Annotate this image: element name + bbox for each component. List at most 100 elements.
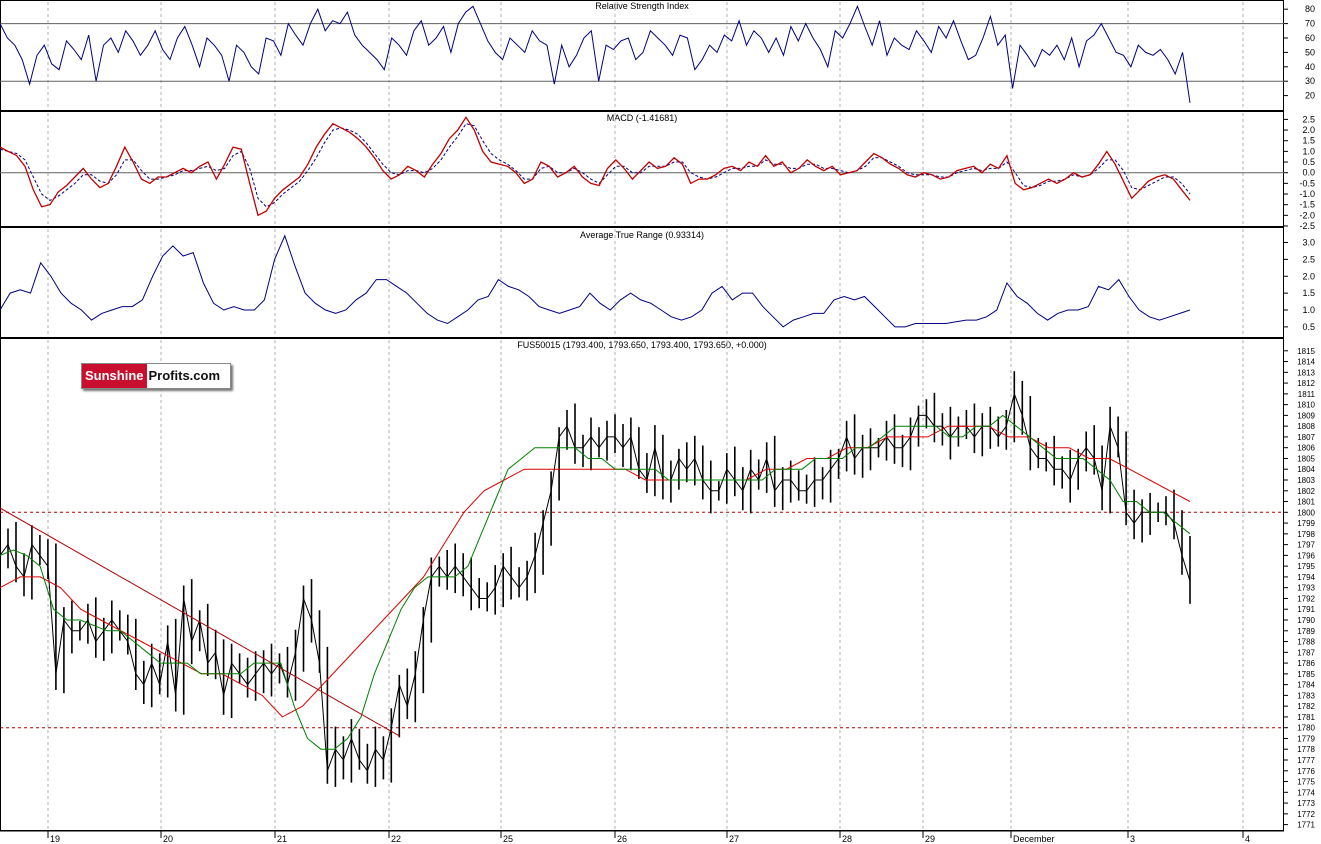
macd-tick-label: 0.0 bbox=[1302, 168, 1315, 178]
atr-tick-label: 1.0 bbox=[1302, 305, 1315, 315]
price-tick-label: 1792 bbox=[1297, 594, 1315, 603]
rsi-tick-label: 60 bbox=[1305, 33, 1315, 43]
price-title: FUS50015 (1793.400, 1793.650, 1793.400, … bbox=[517, 340, 766, 350]
x-tick-label: 28 bbox=[842, 834, 852, 844]
logo-part2: Profits.com bbox=[148, 368, 221, 383]
price-tick-label: 1801 bbox=[1297, 498, 1315, 507]
price-tick-label: 1808 bbox=[1297, 422, 1315, 431]
rsi-tick-label: 40 bbox=[1305, 62, 1315, 72]
macd-tick-label: -0.5 bbox=[1299, 178, 1315, 188]
price-tick-label: 1779 bbox=[1297, 734, 1315, 743]
macd-tick-label: -1.0 bbox=[1299, 189, 1315, 199]
rsi-tick-label: 30 bbox=[1305, 76, 1315, 86]
rsi-tick-label: 80 bbox=[1305, 4, 1315, 14]
price-tick-label: 1785 bbox=[1297, 670, 1315, 679]
x-tick-label: 25 bbox=[503, 834, 513, 844]
price-tick-label: 1800 bbox=[1297, 508, 1315, 517]
price-tick-label: 1778 bbox=[1297, 745, 1315, 754]
price-axis: 1771 1772 1773 17741775 1776 1777 1778 17791780… bbox=[1284, 347, 1316, 830]
price-frame bbox=[0, 338, 1284, 831]
price-tick-label: 1776 bbox=[1297, 767, 1315, 776]
atr-title: Average True Range (0.93314) bbox=[580, 230, 704, 240]
macd-title: MACD (-1.41681) bbox=[607, 113, 678, 123]
atr-axis: 0.5 1.0 1.5 2.0 2.5 3.0 bbox=[1284, 238, 1315, 332]
x-axis: 19 20 21 22 25 26 27 28 29 December 3 4 bbox=[0, 830, 1284, 844]
x-tick-label: 3 bbox=[1130, 834, 1135, 844]
macd-tick-label: 1.0 bbox=[1302, 146, 1315, 156]
macd-tick-label: 0.5 bbox=[1302, 157, 1315, 167]
sunshine-profits-logo: Sunshine Profits.com bbox=[81, 363, 231, 389]
rsi-frame bbox=[0, 0, 1284, 111]
price-tick-label: 1813 bbox=[1297, 368, 1315, 377]
price-tick-label: 1788 bbox=[1297, 638, 1315, 647]
chart-canvas: Relative Strength Index 20 30 40 50 60 70 80 M… bbox=[0, 0, 1316, 844]
price-tick-label: 1806 bbox=[1297, 444, 1315, 453]
price-tick-label: 1775 bbox=[1297, 778, 1315, 787]
macd-tick-label: -1.5 bbox=[1299, 200, 1315, 210]
rsi-tick-label: 20 bbox=[1305, 91, 1315, 101]
price-tick-label: 1815 bbox=[1297, 347, 1315, 356]
panel-macd: MACD (-1.41681) -2.5-2.0-1.5-1.0-0.50.00… bbox=[0, 111, 1315, 231]
atr-tick-label: 2.0 bbox=[1302, 271, 1315, 281]
price-tick-label: 1790 bbox=[1297, 616, 1315, 625]
price-tick-label: 1804 bbox=[1297, 465, 1315, 474]
macd-tick-label: 2.0 bbox=[1302, 125, 1315, 135]
macd-tick-label: 2.5 bbox=[1302, 114, 1315, 124]
x-tick-label: 26 bbox=[617, 834, 627, 844]
price-tick-label: 1787 bbox=[1297, 648, 1315, 657]
x-tick-label: 27 bbox=[729, 834, 739, 844]
price-tick-label: 1793 bbox=[1297, 584, 1315, 593]
rsi-title: Relative Strength Index bbox=[595, 1, 689, 11]
x-tick-label: 22 bbox=[391, 834, 401, 844]
price-tick-label: 1796 bbox=[1297, 551, 1315, 560]
price-tick-label: 1810 bbox=[1297, 401, 1315, 410]
panel-price: FUS50015 (1793.400, 1793.650, 1793.400, … bbox=[0, 338, 1316, 831]
macd-tick-label: 1.5 bbox=[1302, 136, 1315, 146]
price-tick-label: 1786 bbox=[1297, 659, 1315, 668]
price-tick-label: 1783 bbox=[1297, 691, 1315, 700]
price-tick-label: 1795 bbox=[1297, 562, 1315, 571]
price-tick-label: 1797 bbox=[1297, 541, 1315, 550]
price-tick-label: 1782 bbox=[1297, 702, 1315, 711]
price-tick-label: 1773 bbox=[1297, 799, 1315, 808]
x-tick-label: 29 bbox=[925, 834, 935, 844]
price-tick-label: 1780 bbox=[1297, 724, 1315, 733]
rsi-tick-label: 50 bbox=[1305, 47, 1315, 57]
logo-part1: Sunshine bbox=[82, 364, 147, 388]
price-tick-label: 1814 bbox=[1297, 358, 1315, 367]
panel-rsi: Relative Strength Index 20 30 40 50 60 70 80 bbox=[0, 0, 1315, 111]
atr-tick-label: 3.0 bbox=[1302, 238, 1315, 248]
price-tick-label: 1803 bbox=[1297, 476, 1315, 485]
price-tick-label: 1784 bbox=[1297, 681, 1315, 690]
price-tick-label: 1789 bbox=[1297, 627, 1315, 636]
x-tick-label: 21 bbox=[277, 834, 287, 844]
atr-frame bbox=[0, 227, 1284, 338]
price-tick-label: 1791 bbox=[1297, 605, 1315, 614]
atr-tick-label: 0.5 bbox=[1302, 322, 1315, 332]
atr-tick-label: 1.5 bbox=[1302, 288, 1315, 298]
x-tick-label: 20 bbox=[163, 834, 173, 844]
macd-axis: -2.5-2.0-1.5-1.0-0.50.00.51.01.52.02.5 bbox=[1284, 114, 1315, 231]
rsi-tick-label: 70 bbox=[1305, 19, 1315, 29]
price-tick-label: 1772 bbox=[1297, 810, 1315, 819]
price-tick-label: 1794 bbox=[1297, 573, 1315, 582]
price-tick-label: 1798 bbox=[1297, 530, 1315, 539]
atr-tick-label: 2.5 bbox=[1302, 254, 1315, 264]
price-tick-label: 1802 bbox=[1297, 487, 1315, 496]
price-tick-label: 1777 bbox=[1297, 756, 1315, 765]
price-tick-label: 1774 bbox=[1297, 788, 1315, 797]
price-tick-label: 1807 bbox=[1297, 433, 1315, 442]
macd-tick-label: -2.5 bbox=[1299, 221, 1315, 231]
panel-atr: Average True Range (0.93314) 0.5 1.0 1.5 2.… bbox=[0, 227, 1315, 338]
price-tick-label: 1809 bbox=[1297, 411, 1315, 420]
x-tick-label: 19 bbox=[50, 834, 60, 844]
price-tick-label: 1781 bbox=[1297, 713, 1315, 722]
price-tick-label: 1812 bbox=[1297, 379, 1315, 388]
price-tick-label: 1805 bbox=[1297, 454, 1315, 463]
macd-tick-label: -2.0 bbox=[1299, 210, 1315, 220]
rsi-axis: 20 30 40 50 60 70 80 bbox=[1284, 4, 1315, 101]
price-tick-label: 1771 bbox=[1297, 821, 1315, 830]
x-tick-label: December bbox=[1013, 834, 1055, 844]
price-tick-label: 1811 bbox=[1298, 390, 1316, 399]
price-tick-label: 1799 bbox=[1297, 519, 1315, 528]
